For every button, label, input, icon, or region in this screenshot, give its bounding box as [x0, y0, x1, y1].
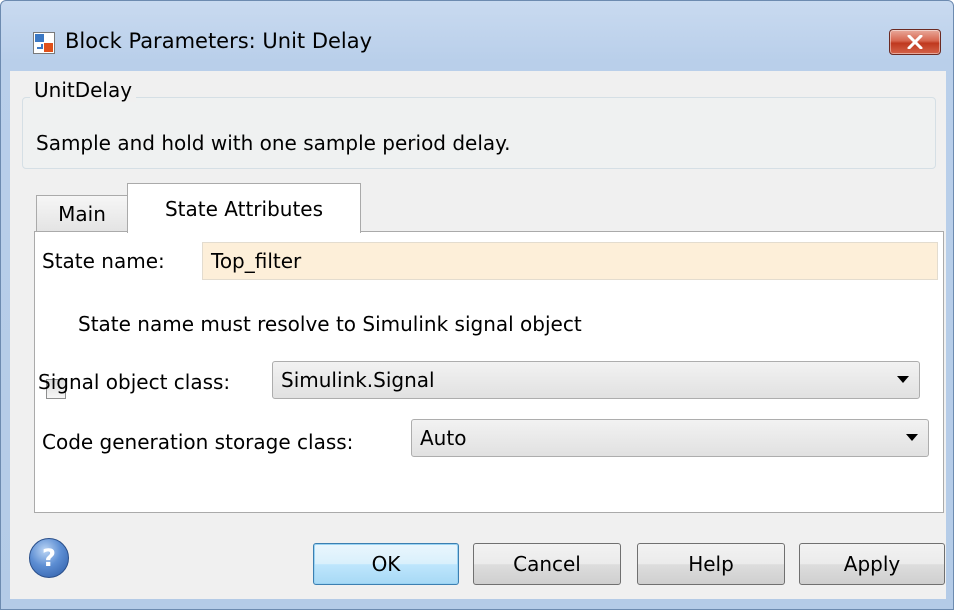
state-name-label: State name: — [42, 249, 165, 273]
dialog-body: UnitDelay Sample and hold with one sampl… — [10, 71, 946, 599]
apply-button-label: Apply — [843, 552, 901, 576]
storage-class-label: Code generation storage class: — [42, 430, 354, 454]
block-type-title: UnitDelay — [30, 78, 137, 102]
storage-class-value: Auto — [420, 426, 467, 450]
help-button[interactable]: Help — [637, 543, 785, 585]
dialog-window: Block Parameters: Unit Delay UnitDelay S… — [0, 0, 954, 610]
state-name-value: Top_filter — [211, 249, 302, 273]
signal-class-value: Simulink.Signal — [281, 368, 435, 392]
help-icon[interactable]: ? — [29, 538, 69, 578]
cancel-button[interactable]: Cancel — [473, 543, 621, 585]
state-name-input[interactable]: Top_filter — [202, 242, 938, 280]
title-bar[interactable]: Block Parameters: Unit Delay — [1, 1, 953, 71]
simulink-block-icon — [33, 32, 55, 54]
close-button[interactable] — [889, 29, 941, 55]
block-description: Sample and hold with one sample period d… — [36, 131, 511, 155]
help-button-label: Help — [688, 552, 734, 576]
ok-button-label: OK — [371, 552, 401, 576]
ok-button[interactable]: OK — [313, 543, 459, 585]
tab-main[interactable]: Main — [36, 195, 128, 231]
apply-button[interactable]: Apply — [799, 543, 945, 585]
tab-state-attributes[interactable]: State Attributes — [127, 183, 361, 233]
tab-main-label: Main — [58, 201, 106, 226]
chevron-down-icon — [897, 376, 909, 383]
signal-class-label: Signal object class: — [38, 370, 231, 394]
chevron-down-icon — [906, 434, 918, 441]
signal-class-select[interactable]: Simulink.Signal — [272, 361, 920, 399]
resolve-signal-label[interactable]: State name must resolve to Simulink sign… — [78, 312, 582, 336]
cancel-button-label: Cancel — [513, 552, 581, 576]
tab-state-attributes-label: State Attributes — [164, 196, 324, 221]
window-title: Block Parameters: Unit Delay — [65, 29, 373, 53]
storage-class-select[interactable]: Auto — [411, 419, 929, 457]
close-icon — [907, 35, 923, 49]
